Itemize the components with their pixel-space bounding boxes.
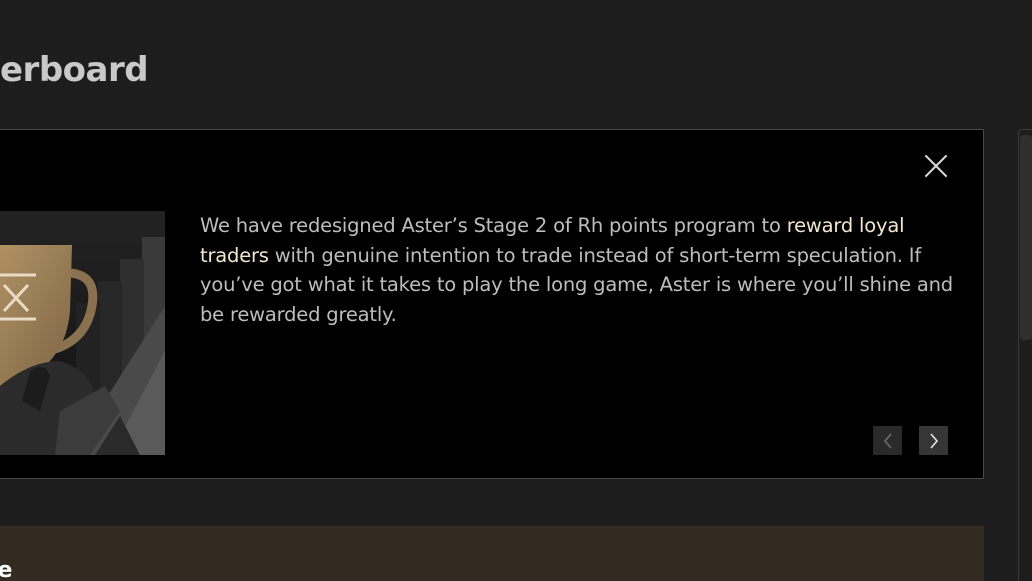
scrollbar-thumb[interactable] [1020, 135, 1032, 340]
message-text-continued: with genuine intention to trade instead … [200, 243, 953, 326]
chevron-right-icon [929, 432, 938, 449]
close-icon[interactable] [924, 154, 948, 178]
leaderboard-card [0, 526, 984, 581]
page: erboard We have redesigned Aster’s Stage… [0, 0, 1032, 581]
prev-slide-button[interactable] [873, 426, 902, 455]
next-slide-button[interactable] [919, 426, 948, 455]
message-text: We have redesigned Aster’s Stage 2 of Rh… [200, 214, 787, 237]
page-title: erboard [0, 50, 149, 90]
card-title: le [0, 558, 13, 581]
trophy-illustration [0, 211, 165, 455]
trophy-icon [0, 211, 165, 455]
chevron-left-icon [883, 432, 892, 449]
announcement-message: We have redesigned Aster’s Stage 2 of Rh… [200, 211, 955, 329]
